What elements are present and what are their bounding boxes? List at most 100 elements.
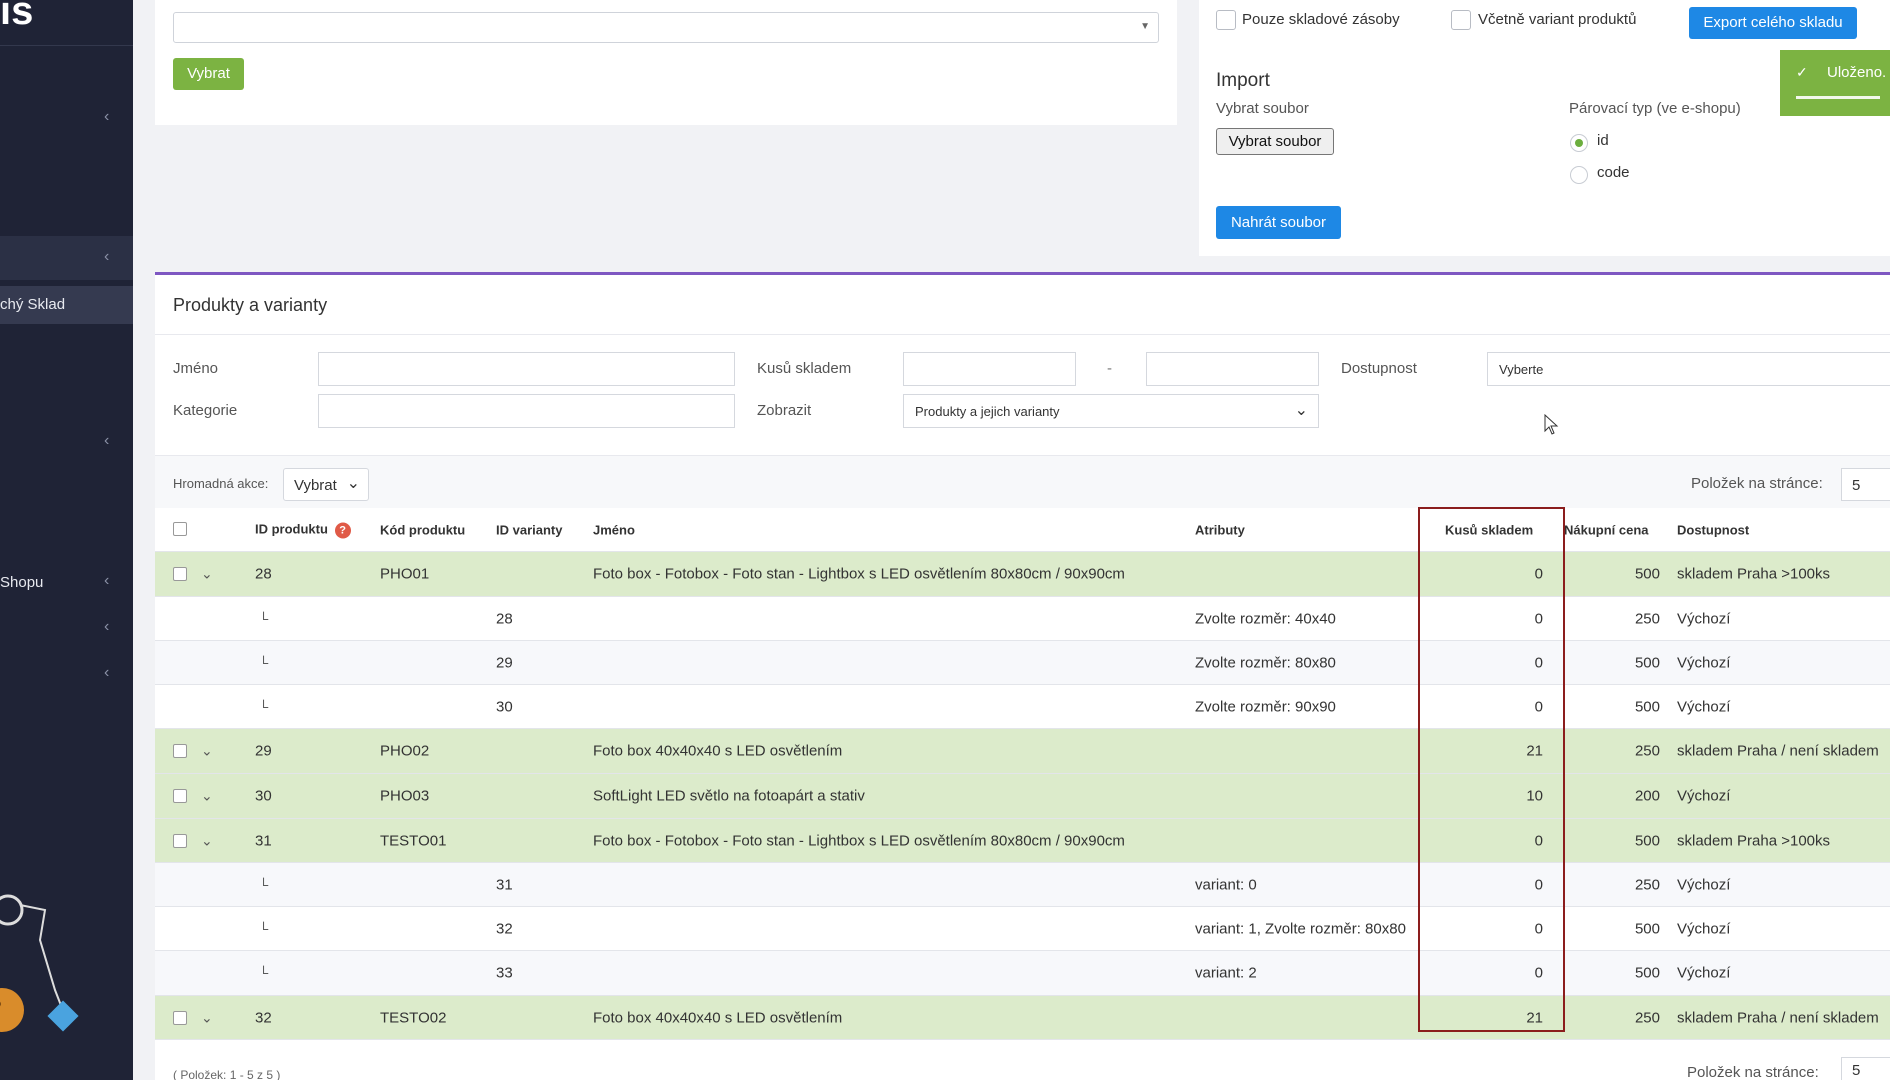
child-row-icon: └ [259,611,269,626]
only-stock-checkbox[interactable] [1216,10,1236,30]
row-product-code: PHO01 [380,565,430,583]
select-product-button[interactable]: Vybrat [173,58,244,90]
row-variant-id: 30 [496,698,513,715]
row-checkbox[interactable] [173,789,187,803]
row-availability: Výchozí [1677,610,1731,627]
chevron-down-icon[interactable]: ⌄ [201,566,213,583]
chevron-down-icon[interactable]: ⌄ [201,832,213,849]
chevron-left-icon[interactable]: ‹ [104,248,109,266]
col-attributes[interactable]: Atributy [1195,522,1245,537]
divider [155,334,1890,335]
saved-toast: ✓ Uloženo. [1780,50,1890,116]
chevron-left-icon[interactable]: ‹ [104,664,109,682]
col-name[interactable]: Jméno [593,522,635,537]
row-purchase-price: 500 [1634,920,1660,937]
include-variants-checkbox[interactable] [1451,10,1471,30]
col-product-id-label: ID produktu [255,521,328,536]
table-row[interactable]: ⌄ 29 PHO02 Foto box 40x40x40 s LED osvětlen… [155,729,1890,774]
row-purchase-price: 250 [1634,876,1660,893]
table-row[interactable]: ⌄ 28 PHO01 Foto box - Fotobox - Foto stan -… [155,552,1890,597]
product-select-dropdown[interactable]: ▼ [173,12,1159,43]
chevron-left-icon[interactable]: ‹ [104,618,109,636]
bulk-action-select[interactable]: Vybrat ⌄ [283,468,369,501]
row-stock: 0 [1534,832,1543,849]
filter-category-input[interactable] [318,394,735,428]
row-stock: 21 [1526,1009,1543,1026]
sidebar-item-label[interactable]: chý Sklad [0,296,65,313]
table-row[interactable]: └ 30 Zvolte rozměr: 90x90 0 500 Výchozí [155,685,1890,729]
filter-availability-select[interactable]: Vyberte [1487,352,1890,386]
row-stock: 21 [1526,742,1543,760]
pairing-id-label: id [1597,132,1609,149]
chevron-down-icon: ⌄ [1294,402,1308,419]
help-icon[interactable]: ? [334,522,351,538]
row-product-id: 30 [255,787,272,805]
table-row[interactable]: ⌄ 30 PHO03 SoftLight LED světlo na fotoapár… [155,774,1890,819]
sidebar-item-active-group[interactable] [0,236,133,280]
row-stock: 0 [1534,698,1543,715]
filter-availability-value: Vyberte [1499,362,1544,377]
bulk-action-label: Hromadná akce: [173,476,269,491]
filter-name-label: Jméno [173,360,219,377]
filter-show-label: Zobrazit [757,402,812,419]
row-checkbox[interactable] [173,744,187,758]
row-attributes: variant: 2 [1195,964,1257,982]
chevron-down-icon[interactable]: ⌄ [201,743,213,760]
per-page-select-bottom[interactable]: 5 [1841,1057,1890,1080]
filter-stock-label: Kusů skladem [757,360,852,377]
row-availability: skladem Praha >100ks [1677,832,1831,849]
table-row[interactable]: ⌄ 31 TESTO01 Foto box - Fotobox - Foto stan… [155,819,1890,863]
choose-file-button[interactable]: Vybrat soubor [1216,128,1334,155]
row-stock: 0 [1534,876,1543,893]
table-row[interactable]: └ 31 variant: 0 0 250 Výchozí [155,863,1890,907]
col-variant-id[interactable]: ID varianty [496,522,562,537]
pairing-code-radio[interactable] [1570,166,1588,184]
row-product-code: TESTO02 [380,1009,447,1026]
filter-name-input[interactable] [318,352,735,386]
bulk-action-value: Vybrat [294,477,337,494]
sidebar-item-label[interactable]: Shopu [0,574,43,591]
chevron-left-icon[interactable]: ‹ [104,432,109,450]
filter-stock-min-input[interactable] [903,352,1076,386]
chevron-left-icon[interactable]: ‹ [104,108,109,126]
row-checkbox[interactable] [173,567,187,581]
filter-show-select[interactable]: Produkty a jejich varianty ⌄ [903,394,1319,428]
export-stock-button[interactable]: Export celého skladu [1689,7,1857,39]
table-header: ID produktu ? Kód produktu ID varianty J… [155,508,1890,552]
col-purchase-price[interactable]: Nákupní cena [1564,522,1649,537]
chevron-down-icon[interactable]: ⌄ [201,1009,213,1026]
row-checkbox[interactable] [173,834,187,848]
col-availability[interactable]: Dostupnost [1677,522,1749,537]
col-stock[interactable]: Kusů skladem [1445,522,1533,537]
row-variant-id: 33 [496,964,513,982]
product-select-panel: ▼ Vybrat [155,0,1177,125]
upload-file-button[interactable]: Nahrát soubor [1216,206,1341,239]
filter-category-label: Kategorie [173,402,238,419]
products-title: Produkty a varianty [173,295,328,315]
per-page-label: Položek na stránce: [1691,475,1823,492]
chevron-down-icon[interactable]: ⌄ [201,788,213,805]
chevron-down-icon: ⌄ [346,475,360,492]
per-page-value: 5 [1852,1062,1861,1079]
select-all-checkbox[interactable] [173,522,187,536]
table-row[interactable]: ⌄ 32 TESTO02 Foto box 40x40x40 s LED osvětl… [155,996,1890,1040]
table-row[interactable]: └ 29 Zvolte rozměr: 80x80 0 500 Výchozí [155,641,1890,685]
row-variant-id: 28 [496,610,513,627]
row-availability: Výchozí [1677,876,1731,893]
range-dash: - [1107,360,1112,377]
per-page-select[interactable]: 5 [1841,468,1890,501]
child-row-icon: └ [259,699,269,714]
pairing-id-radio[interactable] [1570,134,1588,152]
row-availability: Výchozí [1677,920,1731,937]
filter-show-value: Produkty a jejich varianty [915,404,1060,419]
check-icon: ✓ [1796,64,1808,80]
table-row[interactable]: └ 32 variant: 1, Zvolte rozměr: 80x80 0 500 V… [155,907,1890,951]
table-row[interactable]: └ 33 variant: 2 0 500 Výchozí [155,951,1890,996]
chevron-left-icon[interactable]: ‹ [104,572,109,590]
col-product-code[interactable]: Kód produktu [380,522,465,537]
filter-stock-max-input[interactable] [1146,352,1319,386]
table-row[interactable]: └ 28 Zvolte rozměr: 40x40 0 250 Výchozí [155,597,1890,641]
row-product-id: 29 [255,742,272,760]
col-product-id[interactable]: ID produktu ? [255,521,351,538]
row-checkbox[interactable] [173,1011,187,1025]
